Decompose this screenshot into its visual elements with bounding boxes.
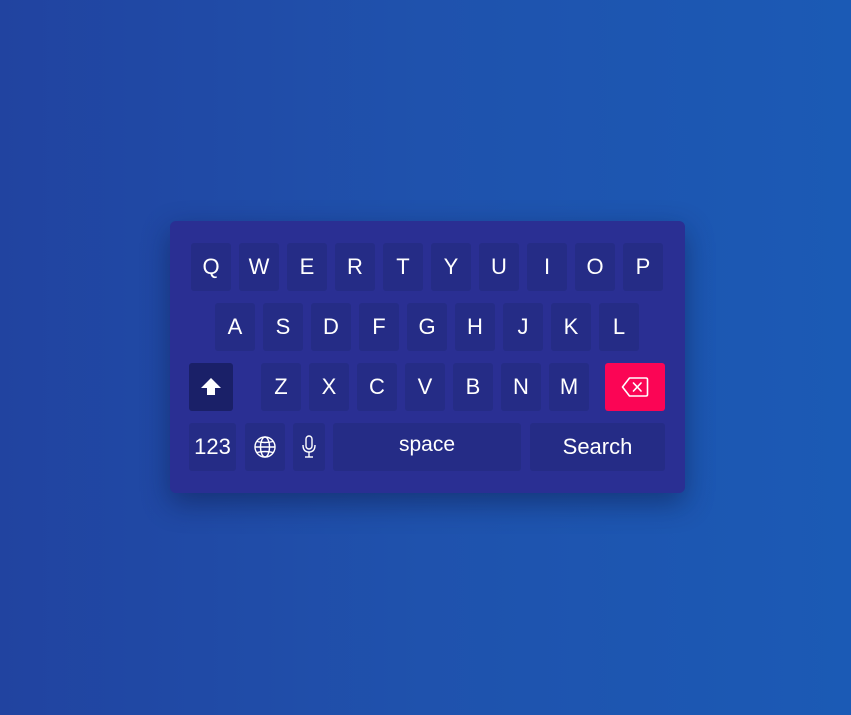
virtual-keyboard: Q W E R T Y U I O P A S D F G H J K L Z …	[170, 221, 685, 493]
key-b[interactable]: B	[453, 363, 493, 411]
language-key[interactable]	[245, 423, 285, 471]
key-t[interactable]: T	[383, 243, 423, 291]
backspace-icon	[621, 377, 649, 397]
key-z[interactable]: Z	[261, 363, 301, 411]
key-r[interactable]: R	[335, 243, 375, 291]
backspace-key[interactable]	[605, 363, 665, 411]
key-m[interactable]: M	[549, 363, 589, 411]
key-f[interactable]: F	[359, 303, 399, 351]
microphone-icon	[302, 435, 316, 458]
key-e[interactable]: E	[287, 243, 327, 291]
search-key[interactable]: Search	[530, 423, 665, 471]
globe-icon	[254, 436, 276, 458]
key-l[interactable]: L	[599, 303, 639, 351]
key-x[interactable]: X	[309, 363, 349, 411]
shift-key[interactable]	[189, 363, 233, 411]
key-w[interactable]: W	[239, 243, 279, 291]
key-o[interactable]: O	[575, 243, 615, 291]
key-h[interactable]: H	[455, 303, 495, 351]
key-u[interactable]: U	[479, 243, 519, 291]
numbers-key[interactable]: 123	[189, 423, 236, 471]
key-g[interactable]: G	[407, 303, 447, 351]
key-j[interactable]: J	[503, 303, 543, 351]
voice-input-key[interactable]	[293, 423, 325, 471]
key-s[interactable]: S	[263, 303, 303, 351]
key-i[interactable]: I	[527, 243, 567, 291]
key-k[interactable]: K	[551, 303, 591, 351]
key-n[interactable]: N	[501, 363, 541, 411]
shift-arrow-up-icon	[201, 378, 221, 395]
key-q[interactable]: Q	[191, 243, 231, 291]
key-d[interactable]: D	[311, 303, 351, 351]
key-v[interactable]: V	[405, 363, 445, 411]
key-c[interactable]: C	[357, 363, 397, 411]
key-p[interactable]: P	[623, 243, 663, 291]
key-y[interactable]: Y	[431, 243, 471, 291]
space-key[interactable]: space	[333, 423, 521, 471]
key-a[interactable]: A	[215, 303, 255, 351]
